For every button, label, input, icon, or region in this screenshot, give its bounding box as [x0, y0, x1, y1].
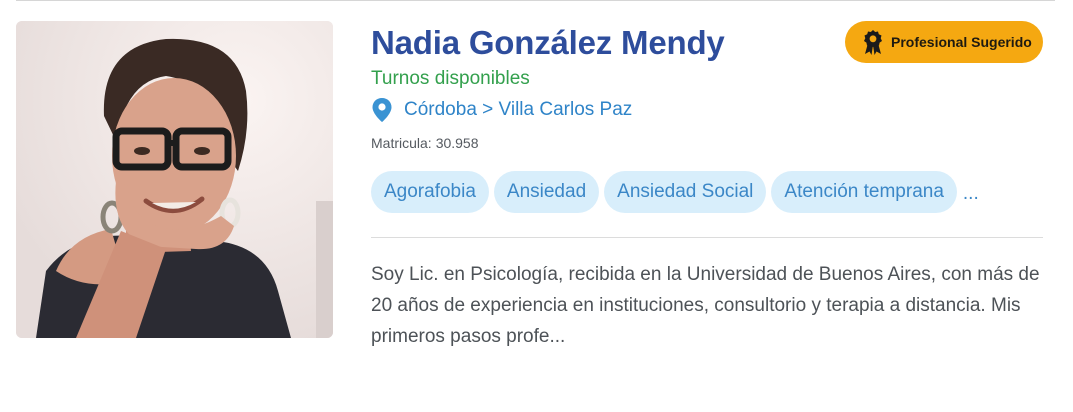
- location-text: Córdoba > Villa Carlos Paz: [404, 99, 633, 120]
- badge-label: Profesional Sugerido: [891, 34, 1032, 50]
- tag-ansiedad[interactable]: Ansiedad: [493, 171, 600, 213]
- tag-agorafobia[interactable]: Agorafobia: [371, 171, 489, 213]
- location[interactable]: Córdoba > Villa Carlos Paz: [371, 96, 632, 124]
- suggested-professional-badge[interactable]: Profesional Sugerido: [845, 21, 1043, 63]
- specialty-tags: Agorafobia Ansiedad Ansiedad Social Aten…: [371, 171, 979, 213]
- tag-ansiedad-social[interactable]: Ansiedad Social: [604, 171, 767, 213]
- license-label: Matricula:: [371, 135, 432, 151]
- award-ribbon-icon: [864, 30, 882, 55]
- professional-card: Nadia González Mendy Turnos disponibles …: [0, 0, 1073, 412]
- tag-atencion-temprana[interactable]: Atención temprana: [771, 171, 957, 213]
- more-tags-ellipsis[interactable]: ...: [962, 183, 979, 213]
- license-value: 30.958: [435, 135, 479, 151]
- professional-name[interactable]: Nadia González Mendy: [371, 24, 725, 62]
- profile-photo-illustration: [16, 21, 333, 338]
- license-number: Matricula: 30.958: [371, 135, 479, 151]
- profile-photo[interactable]: [16, 21, 333, 338]
- map-pin-icon: [372, 98, 392, 122]
- bio-excerpt: Soy Lic. en Psicología, recibida en la U…: [371, 264, 1040, 347]
- section-divider: [371, 237, 1043, 238]
- availability-status: Turnos disponibles: [371, 68, 530, 89]
